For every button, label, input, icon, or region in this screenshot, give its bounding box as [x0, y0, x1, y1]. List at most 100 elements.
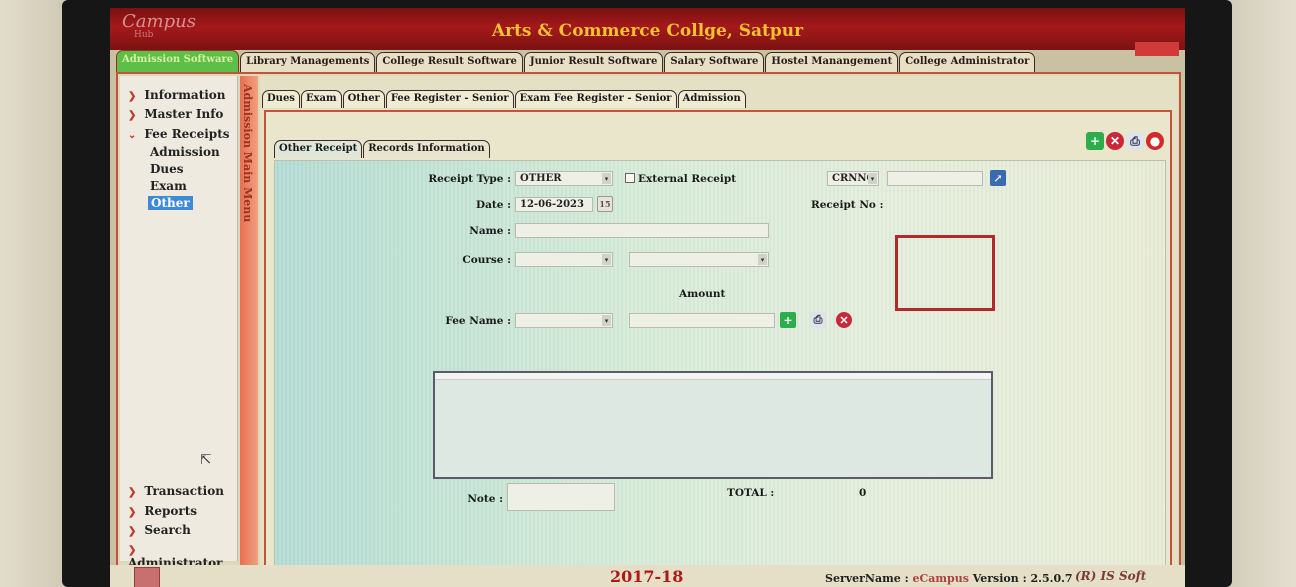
- title-bar: Campus Hub Arts & Commerce Collge, Satpu…: [110, 8, 1185, 56]
- vertical-menu-title: Admission Main Menu: [241, 84, 254, 223]
- delete-icon[interactable]: ✕: [1106, 132, 1124, 150]
- server-value: eCampus: [912, 572, 969, 585]
- close-window-button[interactable]: [1135, 42, 1179, 56]
- tab-college-administrator[interactable]: College Administrator: [899, 52, 1036, 72]
- sidebar: ❯ Information ❯ Master Info ⌄ Fee Receipts …: [120, 76, 238, 570]
- chevron-down-icon: ▾: [602, 173, 611, 184]
- external-receipt-checkbox[interactable]: [625, 173, 635, 183]
- server-info: ServerName : eCampus Version : 2.5.0.7: [825, 572, 1073, 585]
- receipt-no-label: Receipt No :: [811, 199, 884, 211]
- sidebar-subitem-exam[interactable]: Exam: [150, 179, 187, 193]
- tab-college-result-software[interactable]: College Result Software: [376, 52, 523, 72]
- remove-fee-icon[interactable]: ✕: [836, 312, 852, 328]
- vertical-menu-title-bar[interactable]: Admission Main Menu: [240, 76, 258, 566]
- sidebar-item-label: Fee Receipts: [144, 127, 230, 141]
- external-receipt-label: External Receipt: [638, 173, 737, 185]
- sidebar-item-transaction[interactable]: ❯ Transaction: [128, 484, 224, 498]
- chevron-right-icon: ❯: [128, 487, 137, 498]
- amount-label: Amount: [679, 288, 726, 300]
- tab-other-receipt[interactable]: Other Receipt: [274, 140, 363, 158]
- course-label: Course :: [462, 254, 511, 266]
- exit-icon[interactable]: ●: [1146, 132, 1164, 150]
- total-value: 0: [859, 487, 867, 499]
- tab-library-managements[interactable]: Library Managements: [240, 52, 376, 72]
- content-area: Dues Exam Other Fee Register - Senior Ex…: [260, 76, 1178, 581]
- tab-records-information[interactable]: Records Information: [363, 140, 490, 158]
- print-fee-icon[interactable]: ⎙: [810, 312, 826, 328]
- sidebar-subitem-other[interactable]: Other: [148, 196, 193, 210]
- version-label: Version : 2.5.0.7: [972, 572, 1073, 585]
- receipt-form: Receipt Type : OTHER ▾ External Receipt …: [274, 160, 1166, 570]
- course-division-select[interactable]: ▾: [629, 252, 769, 267]
- sidebar-item-label: Search: [144, 523, 191, 537]
- tab-exam-fee-register-senior[interactable]: Exam Fee Register - Senior: [514, 90, 677, 108]
- mouse-cursor-icon: ⇱: [200, 452, 212, 468]
- sidebar-item-label: Transaction: [144, 484, 224, 498]
- search-receipt-icon[interactable]: ↗: [990, 170, 1006, 186]
- chevron-right-icon: ❯: [128, 507, 137, 518]
- tab-dues[interactable]: Dues: [262, 90, 300, 108]
- receipt-tab-strip: Other Receipt Records Information: [274, 140, 491, 158]
- tab-admission-software[interactable]: Admission Software: [116, 50, 240, 72]
- tab-admission[interactable]: Admission: [677, 90, 746, 108]
- print-icon[interactable]: ⎙: [1126, 132, 1144, 150]
- sidebar-item-master-info[interactable]: ❯ Master Info: [128, 107, 223, 121]
- tab-exam[interactable]: Exam: [300, 90, 342, 108]
- calendar-icon[interactable]: 15: [597, 196, 613, 212]
- grid-header: [435, 373, 991, 380]
- chevron-down-icon: ▾: [602, 254, 611, 265]
- add-fee-icon[interactable]: +: [780, 312, 796, 328]
- chevron-right-icon: ❯: [128, 526, 137, 537]
- sidebar-item-label: Information: [144, 88, 226, 102]
- receipt-type-value: OTHER: [520, 173, 562, 184]
- sidebar-item-search[interactable]: ❯ Search: [128, 523, 191, 537]
- app-title: Arts & Commerce Collge, Satpur: [491, 21, 804, 41]
- note-input[interactable]: [507, 483, 615, 511]
- course-select[interactable]: ▾: [515, 252, 613, 267]
- academic-year: 2017-18: [610, 567, 684, 586]
- note-label: Note :: [467, 493, 503, 505]
- amount-input[interactable]: [629, 313, 775, 328]
- chevron-down-icon: ⌄: [128, 130, 137, 141]
- receipt-type-select[interactable]: OTHER ▾: [515, 171, 613, 186]
- tab-salary-software[interactable]: Salary Software: [664, 52, 765, 72]
- sidebar-item-information[interactable]: ❯ Information: [128, 88, 226, 102]
- add-icon[interactable]: +: [1086, 132, 1104, 150]
- chevron-right-icon: ❯: [128, 110, 137, 121]
- module-tab-strip: Admission Software Library Managements C…: [116, 48, 1036, 72]
- total-label: TOTAL :: [727, 487, 775, 499]
- sub-tab-strip: Dues Exam Other Fee Register - Senior Ex…: [262, 90, 747, 108]
- sidebar-subitem-admission[interactable]: Admission: [150, 145, 220, 159]
- date-label: Date :: [476, 199, 511, 211]
- receipt-toolbar: + ✕ ⎙ ●: [1086, 132, 1164, 150]
- crnno-select[interactable]: CRNNO ▾: [827, 171, 879, 186]
- fee-name-select[interactable]: ▾: [515, 313, 613, 328]
- receipt-panel: Other Receipt Records Information + ✕ ⎙ …: [264, 110, 1172, 574]
- tab-hostel-manangement[interactable]: Hostel Manangement: [765, 52, 899, 72]
- sidebar-subitem-dues[interactable]: Dues: [150, 162, 184, 176]
- sidebar-item-label: Reports: [144, 504, 198, 518]
- crnno-input[interactable]: [887, 171, 983, 186]
- chevron-down-icon: ▾: [602, 315, 611, 326]
- server-label: ServerName :: [825, 572, 909, 585]
- wall-background-left: [0, 0, 70, 587]
- fee-items-grid[interactable]: [433, 371, 993, 479]
- sidebar-item-fee-receipts[interactable]: ⌄ Fee Receipts: [128, 127, 230, 141]
- tab-other[interactable]: Other: [342, 90, 385, 108]
- receipt-type-label: Receipt Type :: [428, 173, 511, 185]
- tab-junior-result-software[interactable]: Junior Result Software: [523, 52, 664, 72]
- photo-frame: [895, 235, 995, 311]
- main-panel: ❯ Information ❯ Master Info ⌄ Fee Receipts …: [116, 72, 1181, 587]
- tab-fee-register-senior[interactable]: Fee Register - Senior: [385, 90, 514, 108]
- chevron-down-icon: ▾: [758, 254, 767, 265]
- fee-name-label: Fee Name :: [445, 315, 511, 327]
- user-avatar: [134, 567, 160, 587]
- sidebar-item-reports[interactable]: ❯ Reports: [128, 504, 197, 518]
- sidebar-item-label: Master Info: [144, 107, 224, 121]
- chevron-down-icon: ▾: [868, 173, 877, 184]
- date-input[interactable]: 12-06-2023: [515, 197, 593, 212]
- name-input[interactable]: [515, 223, 769, 238]
- status-bar: 2017-18 ServerName : eCampus Version : 2…: [110, 565, 1185, 587]
- vendor-logo: (R) IS Soft: [1075, 569, 1147, 583]
- chevron-right-icon: ❯: [128, 545, 137, 556]
